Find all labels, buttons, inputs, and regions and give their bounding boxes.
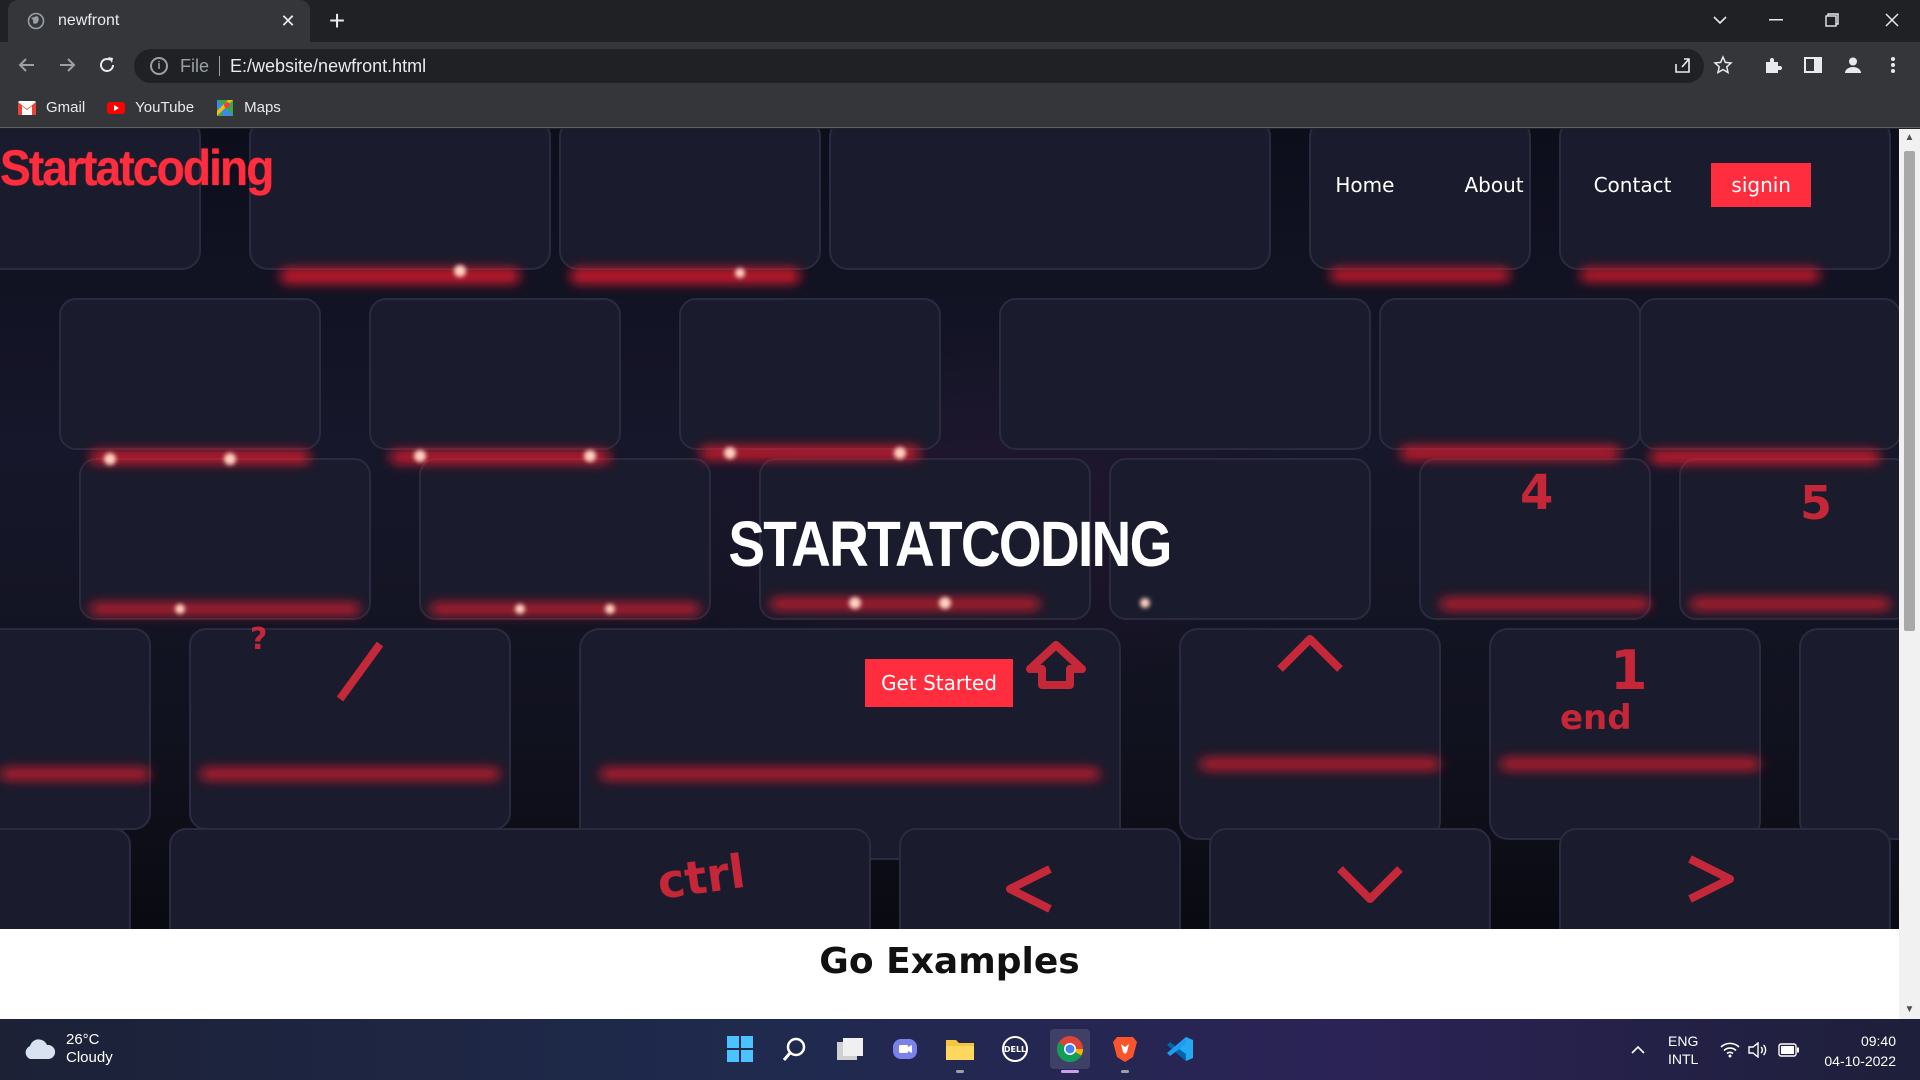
teams-chat-icon[interactable] xyxy=(885,1029,925,1069)
page-scrollbar[interactable]: ▲ ▼ xyxy=(1899,129,1920,1019)
youtube-icon xyxy=(107,101,126,114)
scroll-down-arrow-icon[interactable]: ▼ xyxy=(1899,1001,1920,1019)
clock-date: 04-10-2022 xyxy=(1824,1053,1896,1069)
battery-icon[interactable] xyxy=(1778,1019,1800,1080)
profile-icon[interactable] xyxy=(1838,50,1868,80)
wifi-icon[interactable] xyxy=(1720,1019,1740,1080)
weather-temp: 26°C xyxy=(66,1031,100,1048)
site-logo[interactable]: Startatcoding xyxy=(0,139,274,197)
minimize-button[interactable] xyxy=(1748,0,1804,40)
close-tab-icon[interactable]: ✕ xyxy=(276,11,300,32)
bookmark-label: Gmail xyxy=(46,99,86,116)
share-icon[interactable] xyxy=(1668,50,1698,80)
svg-text:end: end xyxy=(1560,698,1632,738)
nav-home-link[interactable]: Home xyxy=(1335,173,1394,197)
maps-icon xyxy=(217,99,234,116)
bookmark-star-icon[interactable] xyxy=(1708,50,1738,80)
extensions-icon[interactable] xyxy=(1758,50,1788,80)
vscode-icon[interactable] xyxy=(1160,1029,1200,1069)
bookmark-maps[interactable]: Maps xyxy=(216,99,281,117)
tray-overflow-chevron-icon[interactable] xyxy=(1630,1019,1646,1080)
url-scheme: File xyxy=(180,55,210,76)
globe-icon xyxy=(26,11,46,31)
file-explorer-icon[interactable] xyxy=(940,1029,980,1073)
site-info-icon[interactable]: i xyxy=(150,57,168,75)
menu-kebab-icon[interactable] xyxy=(1878,50,1908,80)
section-title: Go Examples xyxy=(819,941,1080,982)
hero-title: STARTATCODING xyxy=(728,508,1172,580)
bookmarks-bar: Gmail YouTube Maps xyxy=(0,88,1920,128)
url-separator xyxy=(219,56,221,76)
scroll-up-arrow-icon[interactable]: ▲ xyxy=(1899,129,1920,147)
bookmark-gmail[interactable]: Gmail xyxy=(18,99,85,116)
windows-taskbar: 26°C Cloudy DELL ENG INTL 09:40 04-10-20… xyxy=(0,1019,1920,1080)
chrome-icon[interactable] xyxy=(1050,1029,1090,1073)
address-bar[interactable]: i File E:/website/newfront.html xyxy=(134,49,1704,83)
weather-widget[interactable]: 26°C Cloudy xyxy=(22,1031,113,1067)
clock-time: 09:40 xyxy=(1860,1033,1896,1049)
lang-top: ENG xyxy=(1668,1032,1699,1049)
back-button[interactable] xyxy=(12,50,42,80)
running-indicator xyxy=(1121,1070,1129,1073)
nav-about-link[interactable]: About xyxy=(1464,173,1523,197)
svg-text:?: ? xyxy=(250,622,267,657)
restore-button[interactable] xyxy=(1804,0,1860,40)
svg-text:DELL: DELL xyxy=(1004,1045,1026,1054)
new-tab-button[interactable]: + xyxy=(322,6,352,36)
task-view-icon[interactable] xyxy=(830,1029,870,1069)
language-indicator[interactable]: ENG INTL xyxy=(1668,1019,1698,1080)
volume-icon[interactable] xyxy=(1748,1019,1768,1080)
active-indicator xyxy=(1061,1070,1079,1073)
cloud-icon xyxy=(25,1039,56,1059)
side-panel-icon[interactable] xyxy=(1798,50,1828,80)
get-started-button[interactable]: Get Started xyxy=(865,659,1013,707)
forward-button[interactable] xyxy=(52,50,82,80)
bookmark-label: Maps xyxy=(244,99,281,116)
bookmark-label: YouTube xyxy=(135,99,195,116)
running-indicator xyxy=(956,1070,964,1073)
browser-toolbar: i File E:/website/newfront.html xyxy=(0,42,1920,88)
lang-bottom: INTL xyxy=(1668,1050,1699,1067)
search-icon[interactable] xyxy=(775,1029,815,1069)
system-clock[interactable]: 09:40 04-10-2022 xyxy=(1824,1031,1896,1071)
brave-icon[interactable] xyxy=(1105,1029,1145,1073)
bookmark-youtube[interactable]: YouTube xyxy=(107,99,194,116)
svg-text:5: 5 xyxy=(1800,476,1832,530)
svg-text:1: 1 xyxy=(1610,639,1648,702)
reload-button[interactable] xyxy=(92,50,122,80)
hero-section: 4 5 1 end ctrl ? Startatcoding Home Abou… xyxy=(0,129,1899,929)
weather-desc: Cloudy xyxy=(66,1049,113,1066)
signin-button[interactable]: signin xyxy=(1711,163,1811,207)
page-viewport: 4 5 1 end ctrl ? Startatcoding Home Abou… xyxy=(0,129,1899,1019)
url-text[interactable]: E:/website/newfront.html xyxy=(230,56,426,77)
tab-search-chevron-icon[interactable] xyxy=(1692,0,1748,40)
scrollbar-thumb[interactable] xyxy=(1904,151,1915,631)
close-window-button[interactable] xyxy=(1864,0,1920,40)
main-nav: Home About Contact signin xyxy=(1265,163,1811,207)
dell-icon[interactable]: DELL xyxy=(995,1029,1035,1069)
gmail-icon xyxy=(18,100,36,115)
tab-title: newfront xyxy=(58,12,120,29)
tab-strip: newfront ✕ + xyxy=(0,0,1920,42)
start-icon[interactable] xyxy=(720,1029,760,1069)
nav-contact-link[interactable]: Contact xyxy=(1594,173,1672,197)
browser-tab[interactable]: newfront ✕ xyxy=(8,0,310,42)
